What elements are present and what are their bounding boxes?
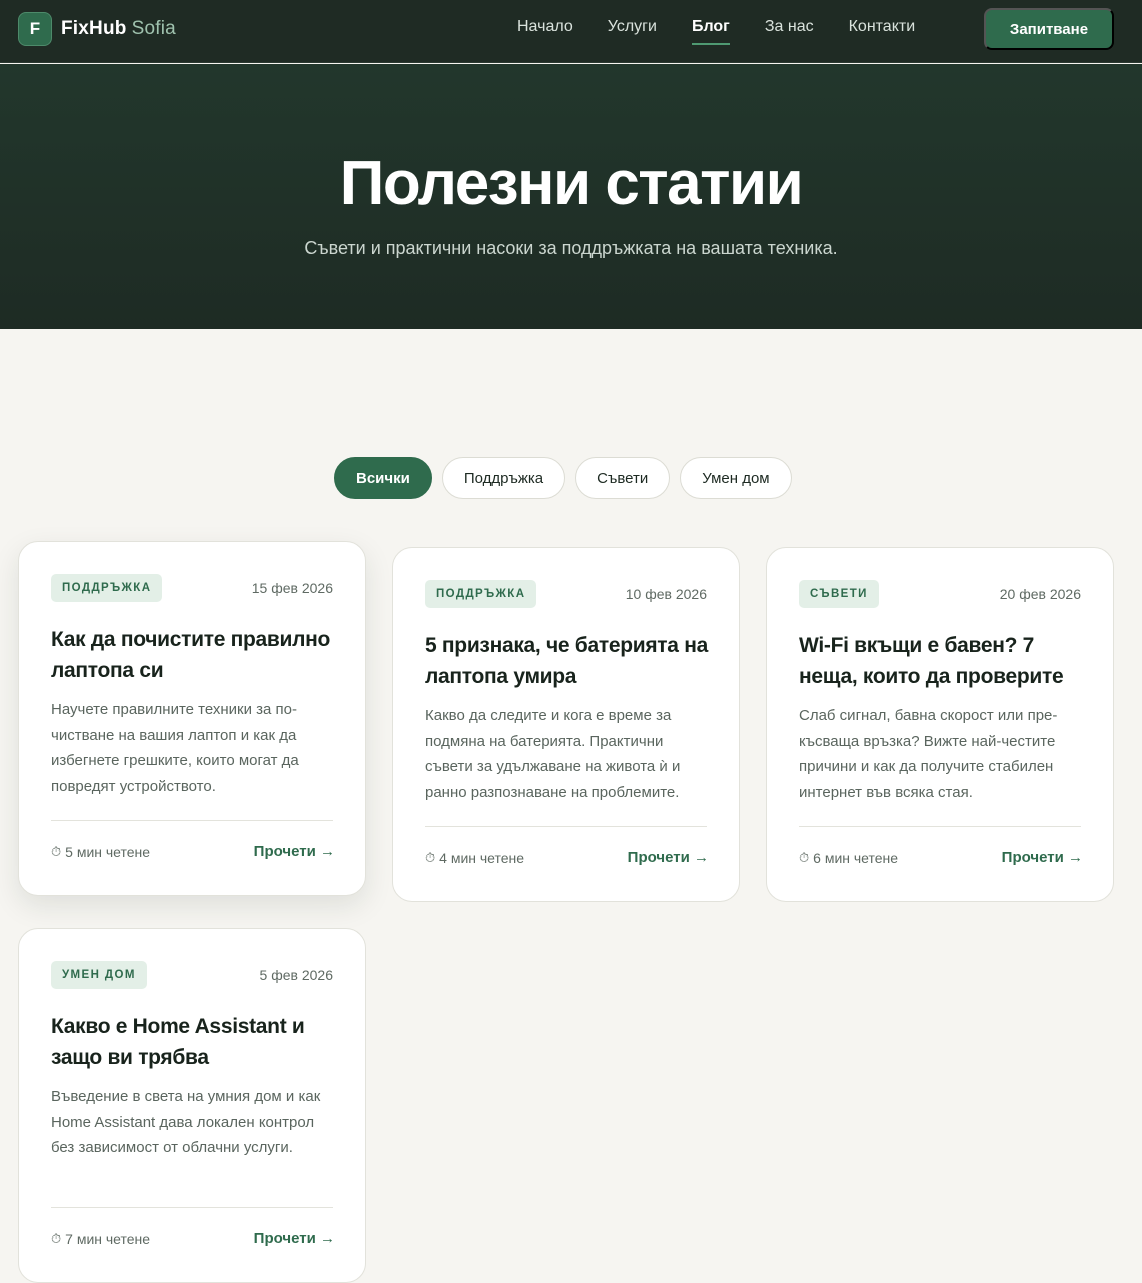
brand-logo[interactable]: F FixHub Sofia xyxy=(18,12,176,46)
post-read-time: ⏱ 5 мин четене xyxy=(51,844,150,860)
post-read-time: ⏱ 6 мин четене xyxy=(799,850,898,866)
clock-icon: ⏱ xyxy=(799,850,810,865)
read-time-label: 4 мин четене xyxy=(439,850,525,866)
brand-name: FixHub Sofia xyxy=(61,18,176,40)
read-more-link[interactable]: Прочети → xyxy=(254,843,335,860)
brand-name-accent: Sofia xyxy=(131,18,176,39)
clock-icon: ⏱ xyxy=(51,1231,62,1246)
post-card[interactable]: СЪВЕТИ 20 фев 2026 Wi-Fi вкъщи е бавен? … xyxy=(766,547,1114,902)
filter-chip-tips[interactable]: Съвети xyxy=(575,457,671,499)
read-time-label: 5 мин четене xyxy=(65,844,151,860)
card-divider xyxy=(425,826,707,827)
clock-icon: ⏱ xyxy=(425,850,436,865)
post-excerpt: Научете правилните техники за по-чистван… xyxy=(51,701,299,795)
card-divider xyxy=(799,826,1081,827)
post-read-time: ⏱ 7 мин четене xyxy=(51,1231,150,1247)
post-date: 5 фев 2026 xyxy=(259,967,333,983)
post-date: 20 фев 2026 xyxy=(999,586,1081,602)
read-time-label: 7 мин четене xyxy=(65,1231,151,1247)
brand-name-main: FixHub xyxy=(61,18,127,39)
logo-mark-icon: F xyxy=(18,12,52,46)
page-title: Полезни статии xyxy=(339,149,804,218)
page-subtitle: Съвети и практични насоки за поддръжката… xyxy=(304,238,838,258)
post-title[interactable]: Как да почистите правилно лаптопа си xyxy=(51,624,335,686)
post-card[interactable]: ПОДДРЪЖКА 10 фев 2026 5 признака, че бат… xyxy=(392,547,740,902)
post-category-badge: ПОДДРЪЖКА xyxy=(51,574,163,602)
filter-chip-all[interactable]: Всички xyxy=(334,457,432,499)
nav-link-home[interactable]: Начало xyxy=(517,18,573,38)
read-more-link[interactable]: Прочети → xyxy=(254,1230,335,1247)
card-divider xyxy=(51,820,333,821)
nav-link-blog[interactable]: Блог xyxy=(691,18,730,45)
post-category-badge: УМЕН ДОМ xyxy=(51,961,147,989)
post-category-badge: ПОДДРЪЖКА xyxy=(425,580,537,608)
post-title[interactable]: 5 признака, че батерията на лаптопа умир… xyxy=(425,630,709,692)
nav-link-services[interactable]: Услуги xyxy=(608,18,657,38)
filter-chip-smart-home[interactable]: Умен дом xyxy=(680,457,792,499)
card-divider xyxy=(51,1207,333,1208)
post-date: 10 фев 2026 xyxy=(625,586,707,602)
filter-chip-maintenance[interactable]: Поддръжка xyxy=(441,457,566,499)
hero-banner: Полезни статии Съвети и практични насоки… xyxy=(0,64,1142,329)
category-filters: Всички Поддръжка Съвети Умен дом xyxy=(334,457,802,499)
post-read-time: ⏱ 4 мин четене xyxy=(425,850,524,866)
post-excerpt: Слаб сигнал, бавна скорост или пре-късва… xyxy=(799,707,1058,801)
read-more-link[interactable]: Прочети → xyxy=(1002,849,1083,866)
post-card[interactable]: ПОДДРЪЖКА 15 фев 2026 Как да почистите п… xyxy=(18,541,366,896)
nav-link-about[interactable]: За нас xyxy=(765,18,814,38)
clock-icon: ⏱ xyxy=(51,844,62,859)
nav-link-contacts[interactable]: Контакти xyxy=(849,18,916,38)
post-date: 15 фев 2026 xyxy=(251,580,333,596)
top-navbar: F FixHub Sofia Начало Услуги Блог За нас … xyxy=(0,0,1142,63)
main-menu: Начало Услуги Блог За нас Контакти xyxy=(517,0,950,56)
read-time-label: 6 мин четене xyxy=(813,850,899,866)
read-more-link[interactable]: Прочети → xyxy=(628,849,709,866)
post-card[interactable]: УМЕН ДОМ 5 фев 2026 Какво е Home Assista… xyxy=(18,928,366,1283)
post-title[interactable]: Wi-Fi вкъщи е бавен? 7 неща, които да пр… xyxy=(799,630,1083,692)
post-excerpt: Въведение в света на умния дом и как Hom… xyxy=(51,1088,321,1156)
post-category-badge: СЪВЕТИ xyxy=(799,580,879,608)
post-excerpt: Какво да следите и кога е време за подмя… xyxy=(425,707,681,801)
post-title[interactable]: Какво е Home Assistant и защо ви трябва xyxy=(51,1011,335,1073)
inquiry-button[interactable]: Запитване xyxy=(984,8,1114,50)
